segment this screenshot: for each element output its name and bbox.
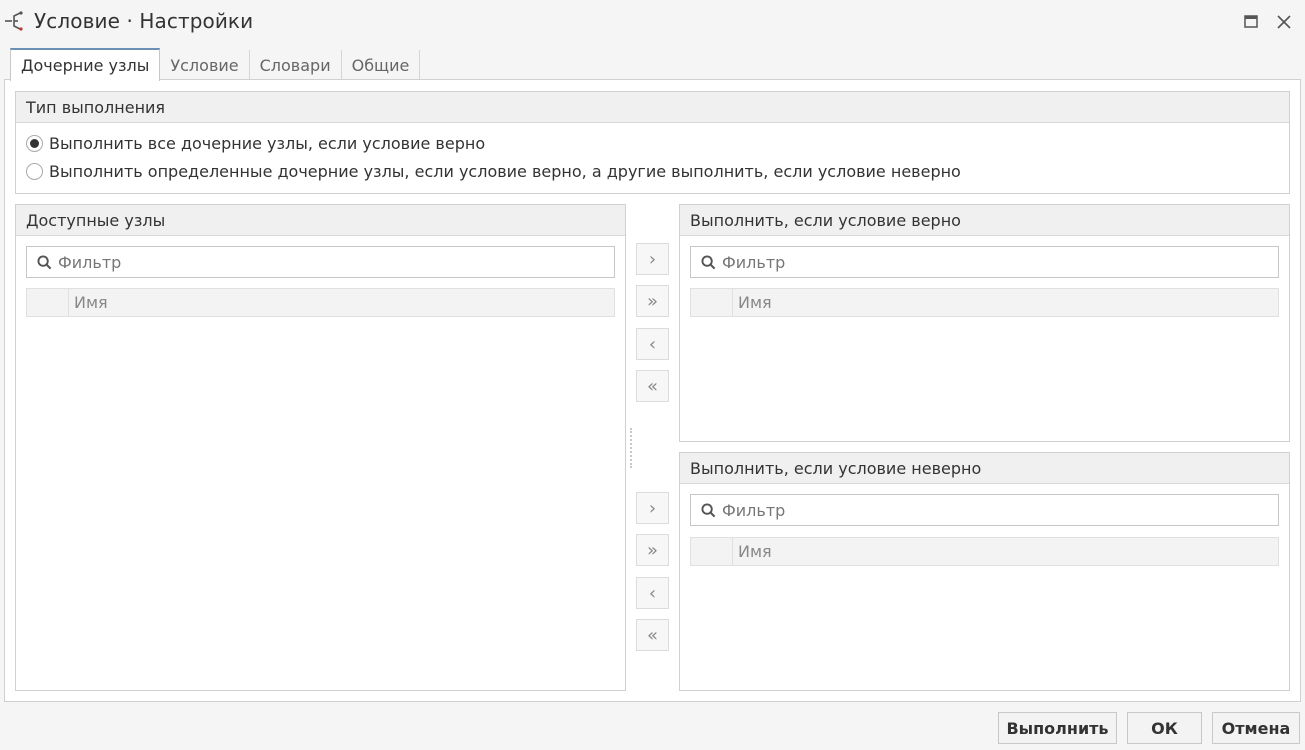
tab-dictionaries[interactable]: Словари: [250, 50, 342, 80]
true-nodes-header: Выполнить, если условие верно: [680, 205, 1289, 236]
window-title: Условие · Настройки: [34, 9, 254, 33]
execution-type-header: Тип выполнения: [16, 92, 1289, 123]
title-bar: Условие · Настройки: [0, 0, 1305, 44]
remove-from-false-button[interactable]: ‹: [636, 577, 669, 609]
select-column[interactable]: [691, 538, 733, 565]
splitter-handle[interactable]: [630, 428, 633, 468]
radio-option-all[interactable]: Выполнить все дочерние узлы, если услови…: [26, 134, 485, 153]
radio-label: Выполнить все дочерние узлы, если услови…: [49, 134, 486, 153]
add-all-to-true-button[interactable]: »: [636, 285, 669, 317]
select-column[interactable]: [691, 289, 733, 316]
execution-type-group: Тип выполнения Выполнить все дочерние уз…: [15, 91, 1290, 194]
remove-all-from-false-button[interactable]: «: [636, 619, 669, 651]
condition-node-icon: [5, 11, 23, 31]
select-column[interactable]: [27, 289, 69, 316]
name-column-header[interactable]: Имя: [733, 542, 772, 561]
name-column-header[interactable]: Имя: [733, 293, 772, 312]
radio-label: Выполнить определенные дочерние узлы, ес…: [49, 162, 961, 181]
true-filter[interactable]: [690, 246, 1279, 278]
search-icon: [701, 254, 716, 269]
tab-child-nodes[interactable]: Дочерние узлы: [10, 48, 161, 81]
false-nodes-header: Выполнить, если условие неверно: [680, 453, 1289, 484]
name-column-header[interactable]: Имя: [69, 293, 108, 312]
radio-button[interactable]: [26, 135, 43, 152]
cancel-button[interactable]: Отмена: [1212, 712, 1300, 744]
add-to-true-button[interactable]: ›: [636, 243, 669, 275]
search-icon: [37, 254, 52, 269]
radio-button[interactable]: [26, 163, 43, 180]
false-list-header: Имя: [690, 537, 1279, 566]
false-filter[interactable]: [690, 494, 1279, 526]
available-nodes-header: Доступные узлы: [16, 205, 625, 236]
remove-from-true-button[interactable]: ‹: [636, 328, 669, 360]
radio-option-specific[interactable]: Выполнить определенные дочерние узлы, ес…: [26, 162, 961, 181]
tab-condition[interactable]: Условие: [160, 50, 250, 80]
close-icon[interactable]: [1274, 12, 1294, 32]
available-list-header: Имя: [26, 288, 615, 317]
available-nodes-panel: Доступные узлы Имя: [15, 204, 626, 691]
available-filter[interactable]: [26, 246, 615, 278]
ok-button[interactable]: ОК: [1127, 712, 1202, 744]
maximize-icon[interactable]: [1241, 12, 1261, 32]
true-list-header: Имя: [690, 288, 1279, 317]
false-nodes-panel: Выполнить, если условие неверно Имя: [679, 452, 1290, 691]
tab-bar: Дочерние узлы Условие Словари Общие: [10, 48, 421, 81]
remove-all-from-true-button[interactable]: «: [636, 370, 669, 402]
false-filter-input[interactable]: [722, 500, 1242, 520]
true-filter-input[interactable]: [722, 252, 1242, 272]
execute-button[interactable]: Выполнить: [998, 712, 1117, 744]
add-all-to-false-button[interactable]: »: [636, 534, 669, 566]
true-nodes-panel: Выполнить, если условие верно Имя: [679, 204, 1290, 442]
add-to-false-button[interactable]: ›: [636, 492, 669, 524]
available-filter-input[interactable]: [58, 252, 578, 272]
search-icon: [701, 502, 716, 517]
tab-general[interactable]: Общие: [342, 50, 421, 80]
